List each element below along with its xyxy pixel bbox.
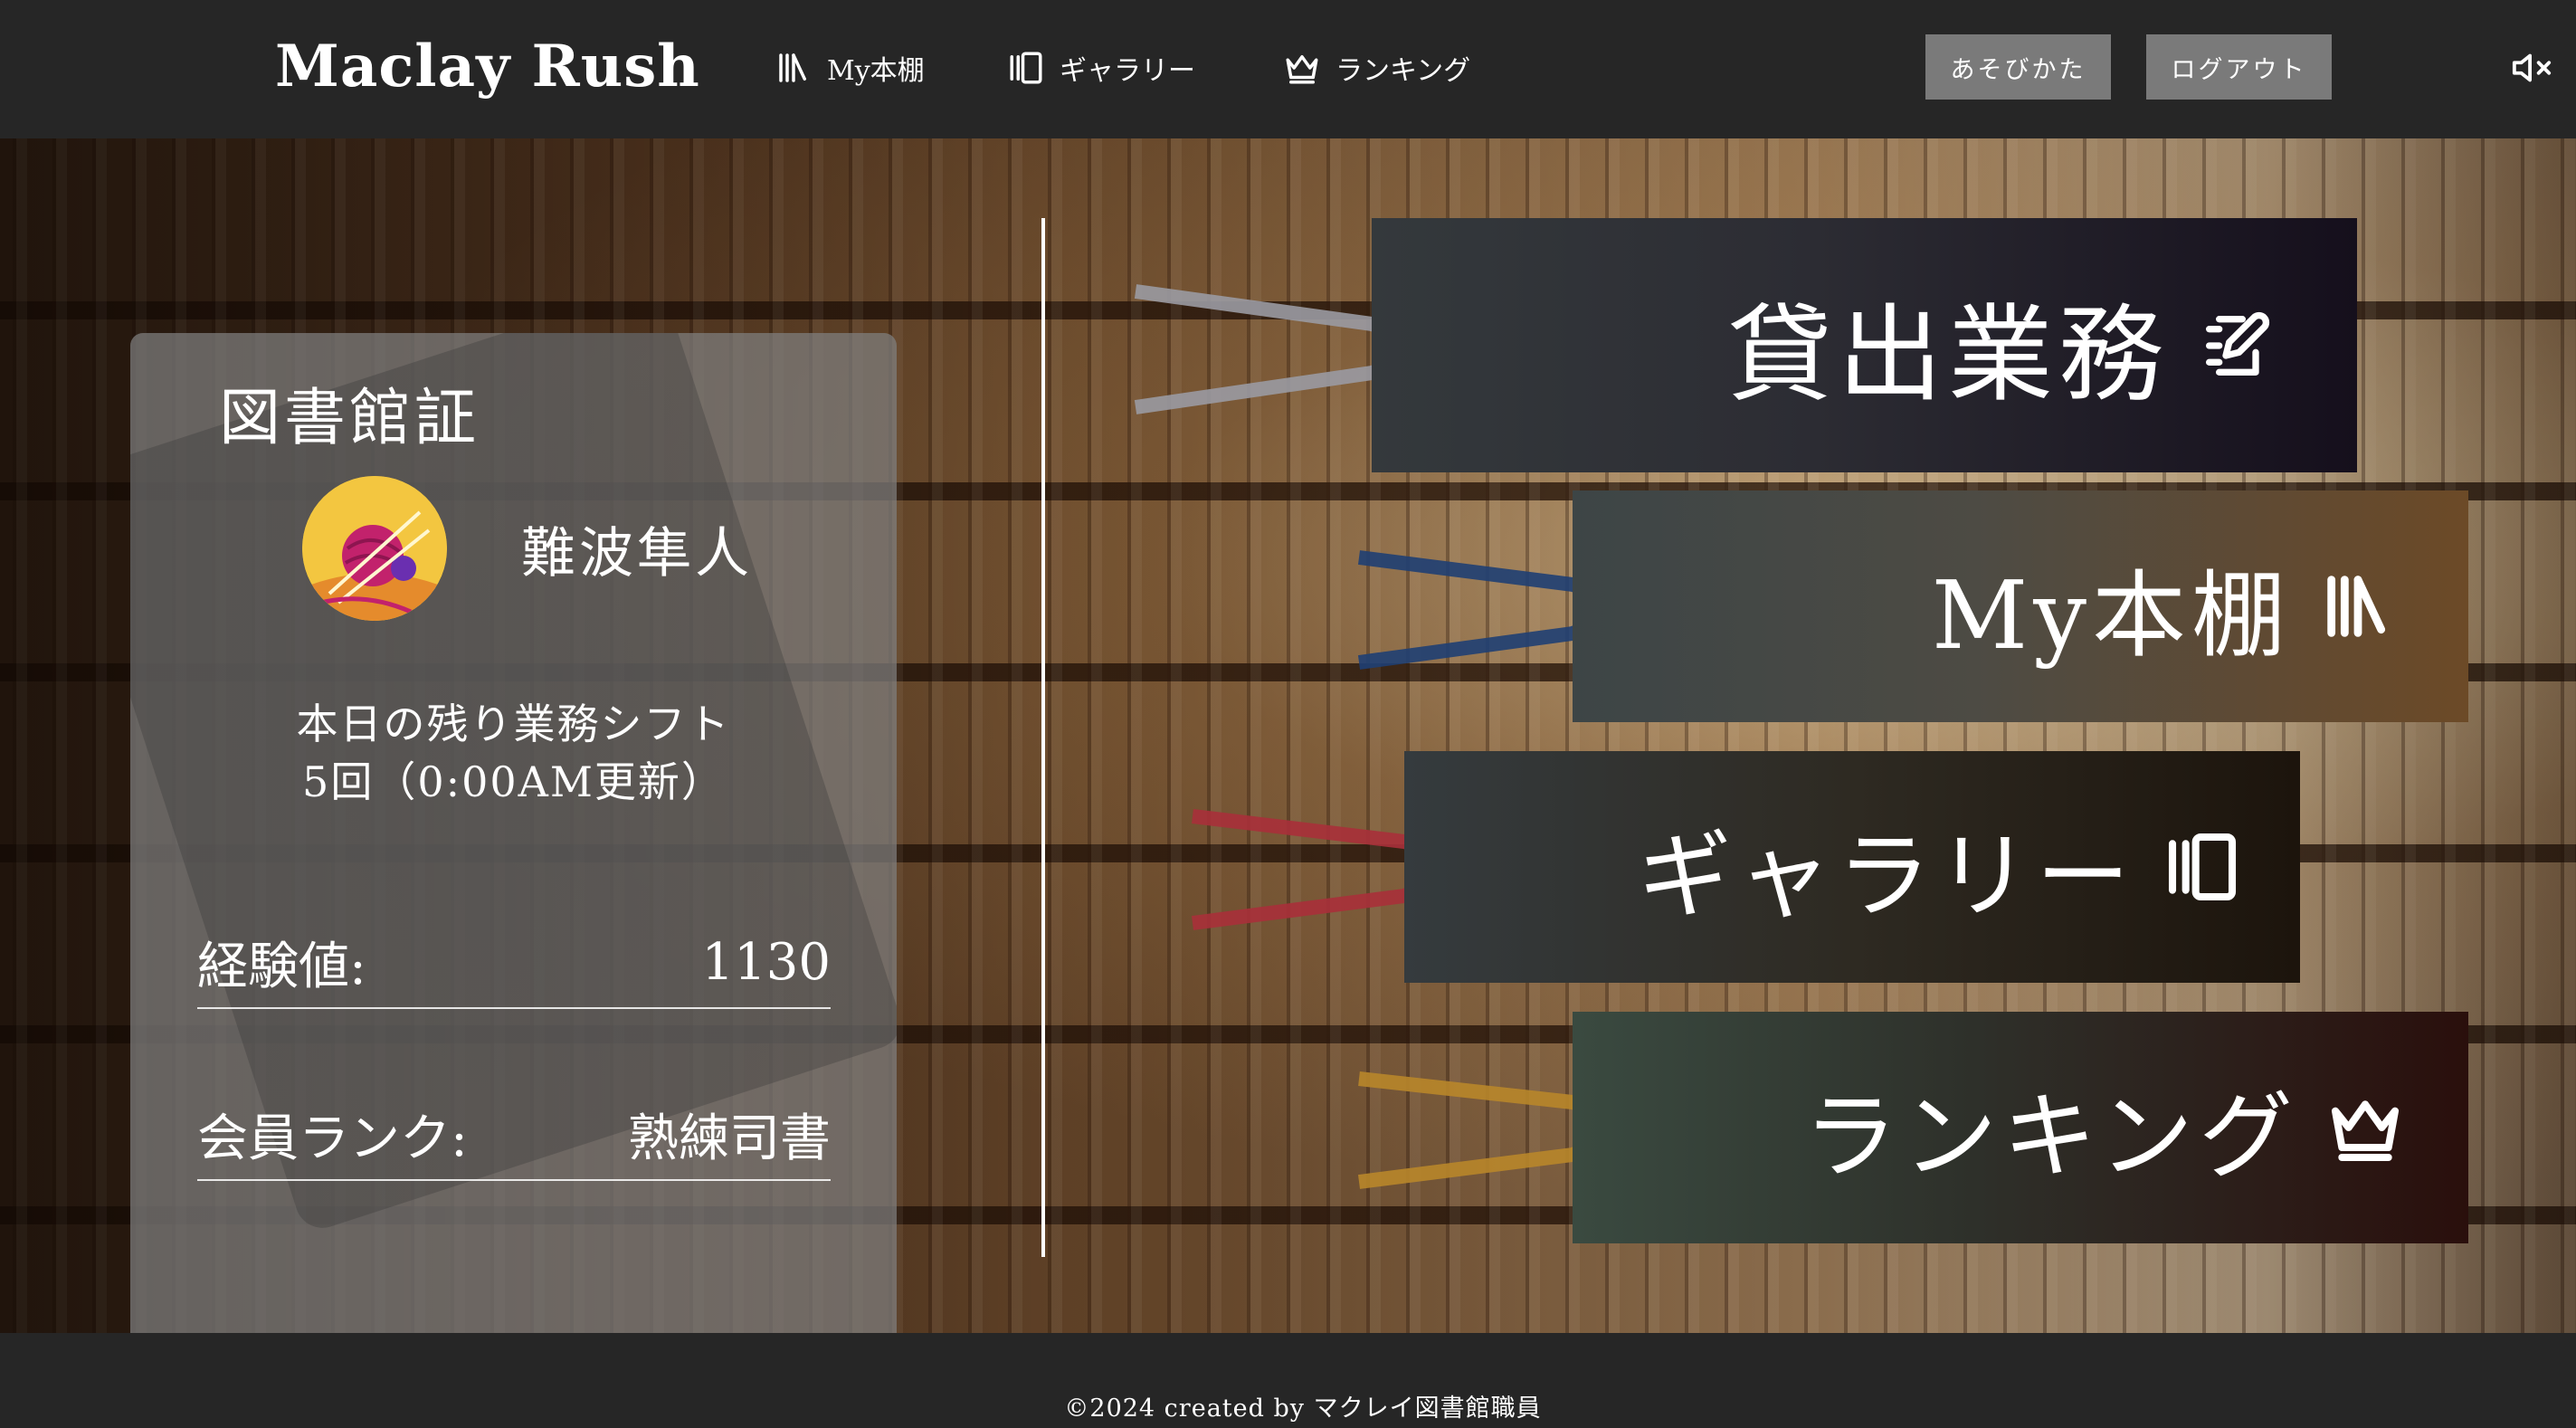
crown-icon — [1286, 55, 1318, 84]
library-card: 図書館証 難波隼人 本日の残り業務シフト 5回（0:00AM更新） 経験値: 1… — [130, 333, 897, 1333]
rank-value: 熟練司書 — [628, 1109, 831, 1168]
rank-row: 会員ランク: 熟練司書 — [197, 1089, 831, 1181]
header: Maclay Rush My本棚 ギャラリー ランキング あそびかた ログアウト — [0, 0, 2576, 138]
crown-icon — [2331, 1100, 2400, 1162]
menu-label: ランキング — [1803, 1081, 2298, 1192]
nav-label: ランキング — [1336, 55, 1471, 87]
remaining-shifts: 本日の残り業務シフト 5回（0:00AM更新） — [130, 695, 897, 811]
username: 難波隼人 — [521, 522, 753, 585]
nav-ranking[interactable]: ランキング — [1283, 45, 1470, 90]
vertical-divider — [1041, 218, 1045, 1257]
volume-mute-icon[interactable] — [2511, 47, 2552, 89]
edit-icon — [2206, 311, 2270, 376]
shift-count: 5回（0:00AM更新） — [302, 757, 725, 806]
bookshelf-icon — [2327, 576, 2386, 637]
howto-button[interactable]: あそびかた — [1925, 34, 2111, 100]
exp-row: 経験値: 1130 — [197, 917, 831, 1009]
bookshelf-icon — [779, 53, 806, 82]
menu-label: My本棚 — [1931, 559, 2291, 671]
exp-label: 経験値: — [197, 937, 366, 996]
menu-gallery-button[interactable]: ギャラリー — [1404, 751, 2300, 983]
menu-bookshelf-button[interactable]: My本棚 — [1573, 490, 2468, 722]
nav-label: ギャラリー — [1060, 55, 1195, 87]
avatar[interactable] — [302, 476, 447, 621]
nav-my-bookshelf[interactable]: My本棚 — [775, 45, 925, 90]
footer-copyright: ©2024 created by マクレイ図書館職員 — [1064, 1395, 1542, 1423]
gallery-icon — [1010, 52, 1042, 84]
logout-button[interactable]: ログアウト — [2146, 34, 2332, 100]
menu-lending-button[interactable]: 貸出業務 — [1372, 218, 2357, 472]
app-logo[interactable]: Maclay Rush — [275, 33, 700, 100]
exp-value: 1130 — [701, 932, 831, 992]
yarn-ball-icon — [302, 476, 447, 621]
gallery-icon — [2168, 833, 2237, 901]
menu-label: ギャラリー — [1637, 820, 2135, 931]
menu-label: 貸出業務 — [1727, 293, 2169, 416]
card-title: 図書館証 — [219, 383, 480, 454]
menu-ranking-button[interactable]: ランキング — [1573, 1012, 2468, 1243]
rank-label: 会員ランク: — [197, 1109, 468, 1168]
nav-label: My本棚 — [827, 55, 925, 87]
nav-gallery[interactable]: ギャラリー — [1007, 45, 1195, 90]
shift-label: 本日の残り業務シフト — [296, 700, 731, 748]
